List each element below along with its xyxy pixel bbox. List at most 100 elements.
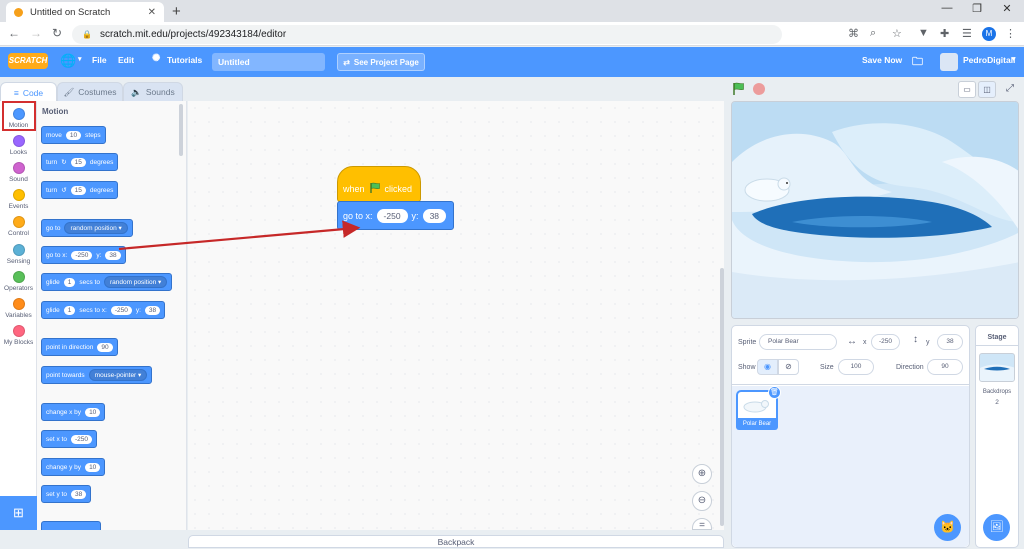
category-control[interactable]: Control xyxy=(0,216,37,237)
zoom-icon[interactable]: ⌕ xyxy=(870,27,876,40)
category-events[interactable]: Events xyxy=(0,189,37,210)
minimize-icon[interactable]: — xyxy=(932,2,962,14)
new-tab-icon[interactable]: + xyxy=(172,3,181,20)
green-flag-run-icon[interactable] xyxy=(732,82,746,96)
block-input[interactable]: 38 xyxy=(105,250,121,260)
username-menu[interactable]: PedroDigitall xyxy=(963,55,1015,65)
block-go-to-xy[interactable]: go to x: -250 y: 38 xyxy=(41,246,126,264)
block-turn-left[interactable]: turn ↺ 15 degrees xyxy=(41,181,119,199)
bookmark-star-icon[interactable]: ☆ xyxy=(892,27,902,40)
x-position-input[interactable]: -250 xyxy=(871,334,900,350)
browser-tab[interactable]: Untitled on Scratch ✕ xyxy=(6,2,164,22)
category-operators[interactable]: Operators xyxy=(0,271,37,292)
y-position-input[interactable]: 38 xyxy=(937,334,963,350)
block-input[interactable]: 10 xyxy=(65,130,82,140)
zoom-out-button[interactable]: ⊖ xyxy=(692,491,712,511)
add-backdrop-icon[interactable]: 🖼 xyxy=(983,514,1010,541)
small-stage-icon[interactable]: ▭ xyxy=(958,81,976,98)
block-input[interactable]: 10 xyxy=(85,462,101,472)
normal-stage-icon[interactable]: ◫ xyxy=(978,81,996,98)
script-when-flag-clicked[interactable]: when clicked xyxy=(337,166,421,202)
block-set-y[interactable]: set y to 38 xyxy=(41,485,92,503)
block-input[interactable]: 15 xyxy=(70,185,86,195)
add-extension-button[interactable]: ⊞ xyxy=(0,496,37,530)
block-go-to-menu[interactable]: go to random position ▾ xyxy=(41,219,133,237)
add-sprite-cat-icon[interactable]: 🐱 xyxy=(934,514,961,541)
block-input[interactable]: 38 xyxy=(70,489,87,499)
block-input[interactable]: 90 xyxy=(97,342,113,352)
block-turn-right[interactable]: turn ↻ 15 degrees xyxy=(41,153,119,171)
stage-canvas[interactable] xyxy=(731,101,1019,319)
block-dropdown[interactable]: random position ▾ xyxy=(64,222,128,234)
script-scrollbar[interactable] xyxy=(720,268,724,526)
category-my-blocks[interactable]: My Blocks xyxy=(0,325,37,346)
reading-list-icon[interactable]: ☰ xyxy=(962,27,972,40)
puzzle-icon[interactable]: ✚ xyxy=(940,27,949,40)
backpack-bar[interactable]: Backpack xyxy=(188,535,724,548)
block-change-x[interactable]: change x by 10 xyxy=(41,403,106,421)
project-title-input[interactable]: Untitled xyxy=(212,53,325,71)
block-input[interactable]: -250 xyxy=(70,434,92,444)
block-point-towards[interactable]: point towards mouse-pointer ▾ xyxy=(41,366,153,384)
block-set-x[interactable]: set x to -250 xyxy=(41,430,97,448)
script-go-to-xy[interactable]: go to x: -250 y: 38 xyxy=(337,201,454,230)
x-input[interactable]: -250 xyxy=(376,208,408,223)
size-input[interactable]: 100 xyxy=(838,359,874,375)
reload-icon[interactable]: ↻ xyxy=(52,26,62,40)
translate-icon[interactable]: ⌘ xyxy=(848,27,859,40)
save-now-button[interactable]: Save Now xyxy=(862,55,902,65)
block-input[interactable]: 1 xyxy=(63,277,76,287)
show-visible-eye-icon[interactable]: ◉ xyxy=(757,359,778,375)
scratch-logo[interactable]: SCRATCH xyxy=(8,53,48,69)
tab-sounds[interactable]: 🔈 Sounds xyxy=(123,82,183,102)
show-hidden-eye-icon[interactable]: ⊘ xyxy=(778,359,799,375)
block-move-steps[interactable]: move 10 steps xyxy=(41,126,106,144)
see-project-page-button[interactable]: ⇄ See Project Page xyxy=(337,53,425,71)
profile-avatar[interactable]: M xyxy=(982,27,996,41)
category-sensing[interactable]: Sensing xyxy=(0,244,37,265)
more-menu-icon[interactable]: ⋮ xyxy=(1005,27,1016,40)
block-input[interactable]: -250 xyxy=(71,250,93,260)
block-input[interactable]: 15 xyxy=(70,157,86,167)
file-menu[interactable]: File xyxy=(92,55,107,65)
block-partial[interactable] xyxy=(41,521,101,530)
category-sound[interactable]: Sound xyxy=(0,162,37,183)
category-looks[interactable]: Looks xyxy=(0,135,37,156)
close-tab-icon[interactable]: ✕ xyxy=(148,7,156,18)
block-point-in-direction[interactable]: point in direction 90 xyxy=(41,338,118,356)
block-change-y[interactable]: change y by 10 xyxy=(41,458,106,476)
category-variables[interactable]: Variables xyxy=(0,298,37,319)
edit-menu[interactable]: Edit xyxy=(118,55,134,65)
script-area[interactable] xyxy=(188,101,724,530)
url-field[interactable]: 🔒 scratch.mit.edu/projects/492343184/edi… xyxy=(72,25,782,44)
back-icon[interactable]: ← xyxy=(8,26,20,40)
sprite-name-input[interactable]: Polar Bear xyxy=(759,334,837,350)
block-dropdown[interactable]: mouse-pointer ▾ xyxy=(88,369,148,381)
tab-code[interactable]: ≡ Code xyxy=(0,82,57,102)
my-stuff-folder-icon[interactable]: 🗀 xyxy=(912,53,923,72)
stage-thumbnail[interactable] xyxy=(979,353,1015,382)
extension-icon[interactable]: ▼ xyxy=(918,27,929,39)
delete-sprite-trash-icon[interactable]: 🗑 xyxy=(768,386,781,399)
block-dropdown[interactable]: random position ▾ xyxy=(103,276,168,288)
user-avatar[interactable] xyxy=(940,53,958,71)
tab-costumes[interactable]: 🖌 Costumes xyxy=(57,82,123,102)
stop-icon[interactable] xyxy=(753,83,765,95)
maximize-icon[interactable]: ❐ xyxy=(962,2,992,15)
block-input[interactable]: -250 xyxy=(110,305,132,315)
language-globe-icon[interactable]: 🌐 xyxy=(60,53,76,69)
palette-scrollbar[interactable] xyxy=(179,104,183,156)
fullscreen-icon[interactable]: ⤢ xyxy=(1001,81,1019,98)
direction-input[interactable]: 90 xyxy=(927,359,963,375)
close-window-icon[interactable]: ✕ xyxy=(992,2,1022,15)
tutorials-button[interactable]: Tutorials xyxy=(167,55,202,65)
account-chevron-icon[interactable]: ▾ xyxy=(1012,55,1016,63)
block-input[interactable]: 38 xyxy=(144,305,161,315)
forward-icon[interactable]: → xyxy=(30,26,42,40)
block-glide-xy[interactable]: glide 1 secs to x: -250 y: 38 xyxy=(41,301,166,319)
zoom-in-button[interactable]: ⊕ xyxy=(692,464,712,484)
y-input[interactable]: 38 xyxy=(422,208,447,223)
block-glide-menu[interactable]: glide 1 secs to random position ▾ xyxy=(41,273,173,291)
block-input[interactable]: 1 xyxy=(63,305,76,315)
block-input[interactable]: 10 xyxy=(85,407,101,417)
